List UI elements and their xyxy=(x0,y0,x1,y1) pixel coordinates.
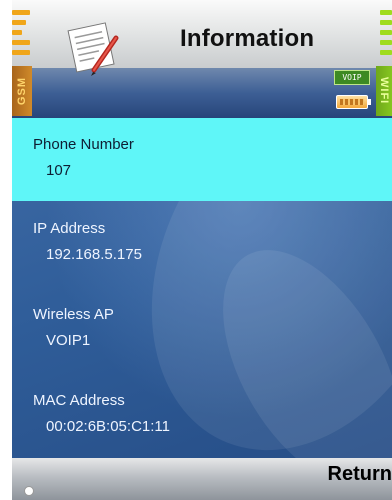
header: GSM WIFI Information VOIP xyxy=(12,0,392,118)
wifi-tab: WIFI xyxy=(376,66,392,116)
info-list: Phone Number 107 IP Address 192.168.5.17… xyxy=(12,118,392,458)
field-phone-number[interactable]: Phone Number 107 xyxy=(12,118,392,201)
page-title: Information xyxy=(180,25,315,52)
field-value: 00:02:6B:05:C1:11 xyxy=(46,418,170,435)
return-button[interactable]: Return xyxy=(328,463,392,486)
field-mac-address[interactable]: MAC Address 00:02:6B:05:C1:11 xyxy=(12,384,392,444)
field-label: MAC Address xyxy=(33,392,125,409)
field-label: Phone Number xyxy=(33,136,134,153)
field-label: Wireless AP xyxy=(33,306,114,323)
softkey-bar: Return xyxy=(12,458,392,500)
indicator-dot xyxy=(24,486,34,496)
field-ip-address[interactable]: IP Address 192.168.5.175 xyxy=(12,212,392,272)
field-label: IP Address xyxy=(33,220,106,237)
battery-icon xyxy=(336,95,371,109)
voip-badge: VOIP xyxy=(334,70,370,85)
document-pen-icon xyxy=(67,22,119,76)
wifi-label: WIFI xyxy=(378,77,390,105)
field-value: 192.168.5.175 xyxy=(46,246,142,263)
field-value: VOIP1 xyxy=(46,332,91,349)
field-value: 107 xyxy=(46,162,72,179)
gsm-label: GSM xyxy=(16,76,28,106)
gsm-tab: GSM xyxy=(12,66,32,116)
field-wireless-ap[interactable]: Wireless AP VOIP1 xyxy=(12,298,392,358)
phone-screen: GSM WIFI Information VOIP Phone Number 1… xyxy=(12,0,392,500)
